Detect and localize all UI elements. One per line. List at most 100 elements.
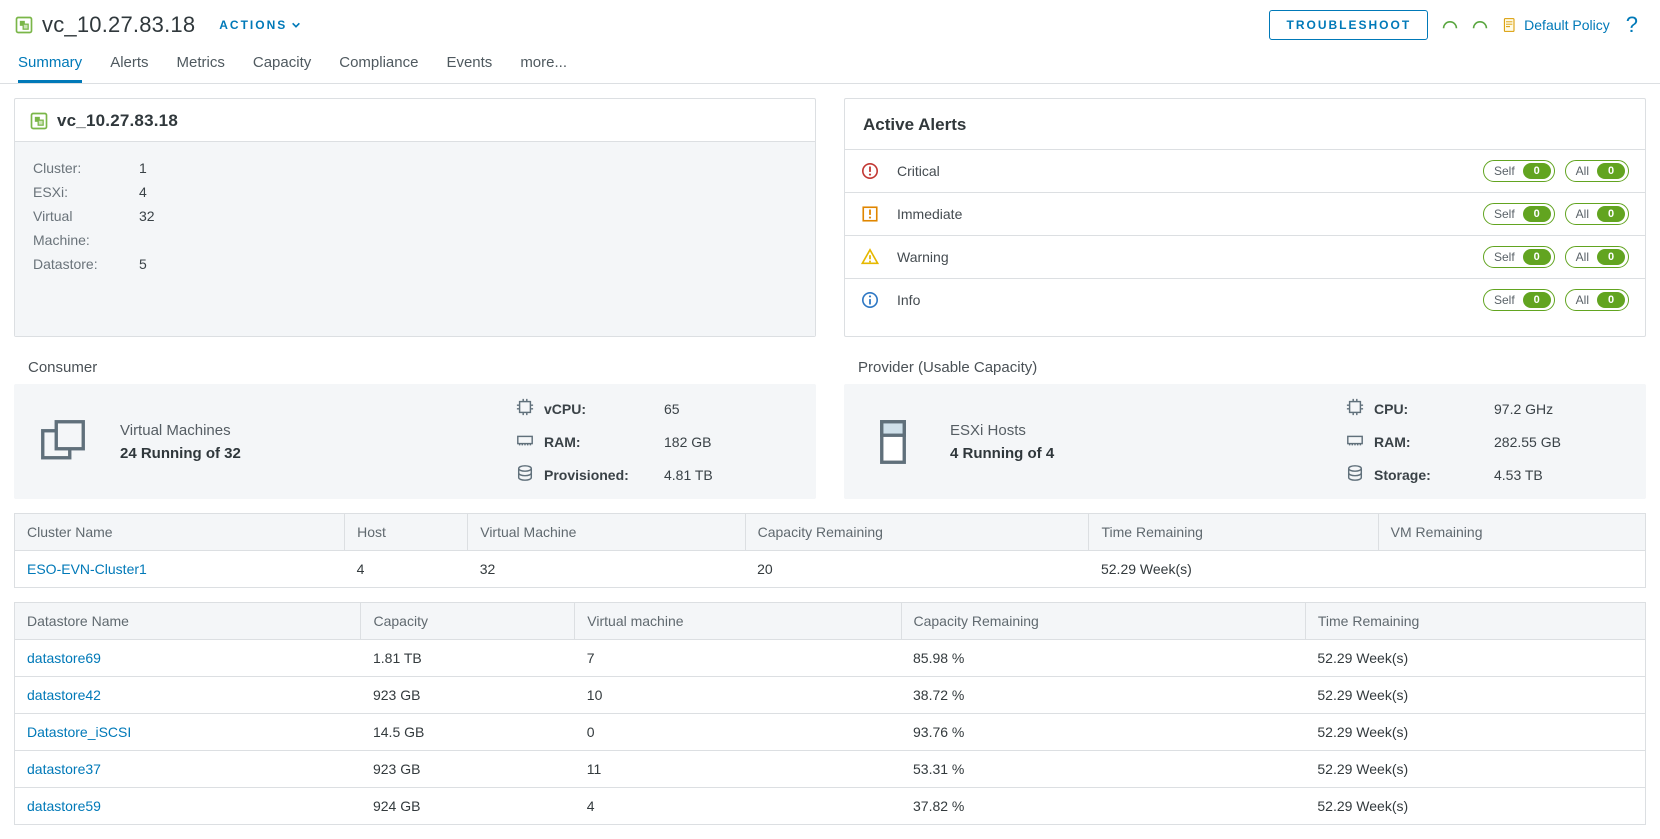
datastore-link[interactable]: datastore42 (27, 687, 101, 703)
cell: 53.31 % (901, 751, 1305, 788)
table-row: Datastore_iSCSI14.5 GB093.76 %52.29 Week… (15, 714, 1646, 751)
table-row: ESO-EVN-Cluster14322052.29 Week(s) (15, 551, 1646, 588)
help-icon[interactable]: ? (1624, 12, 1640, 38)
cell: 85.98 % (901, 640, 1305, 677)
datastore-link[interactable]: datastore59 (27, 798, 101, 814)
column-header[interactable]: Host (345, 514, 468, 551)
page-header: vc_10.27.83.18 ACTIONS TROUBLESHOOT Defa… (0, 0, 1660, 40)
actions-label: ACTIONS (219, 18, 287, 32)
stat-key: Cluster: (33, 156, 129, 180)
active-alerts-title: Active Alerts (845, 99, 1645, 149)
disk-icon (1346, 464, 1364, 482)
critical-icon (861, 162, 879, 180)
column-header[interactable]: VM Remaining (1378, 514, 1645, 551)
column-header[interactable]: Time Remaining (1305, 603, 1645, 640)
alert-label: Warning (897, 249, 1097, 265)
cpu-icon (516, 398, 534, 416)
stat-key: ESXi: (33, 180, 129, 204)
cluster-link[interactable]: ESO-EVN-Cluster1 (27, 561, 147, 577)
immediate-icon (861, 205, 879, 223)
cell: 20 (745, 551, 1089, 588)
datastore-link[interactable]: datastore37 (27, 761, 101, 777)
stat-key: Datastore: (33, 252, 129, 276)
cell: 14.5 GB (361, 714, 575, 751)
tab-alerts[interactable]: Alerts (110, 54, 148, 83)
cell: 923 GB (361, 677, 575, 714)
summary-stat-row: Cluster:1 (33, 156, 797, 180)
datastore-table: Datastore NameCapacityVirtual machineCap… (14, 602, 1646, 825)
cell: 11 (575, 751, 901, 788)
column-header[interactable]: Capacity Remaining (901, 603, 1305, 640)
alert-row-warning: Warning Self0 All0 (845, 235, 1645, 278)
tab-capacity[interactable]: Capacity (253, 54, 311, 83)
warning-icon (861, 248, 879, 266)
host-icon (866, 415, 920, 469)
chip-all[interactable]: All0 (1565, 203, 1629, 225)
tab-more[interactable]: more... (520, 54, 567, 83)
metric-value: 182 GB (664, 434, 794, 450)
chip-self[interactable]: Self0 (1483, 160, 1555, 182)
metric-value: 97.2 GHz (1494, 401, 1624, 417)
datastore-link[interactable]: Datastore_iSCSI (27, 724, 131, 740)
provider-card: ESXi Hosts 4 Running of 4 CPU:97.2 GHzRA… (844, 384, 1646, 499)
alert-row-info: InfoSelf0All0 (845, 278, 1645, 321)
chip-all[interactable]: All0 (1565, 160, 1629, 182)
cpu-icon (1346, 398, 1364, 416)
cell: 93.76 % (901, 714, 1305, 751)
actions-dropdown[interactable]: ACTIONS (219, 18, 301, 32)
status-arc-green-icon[interactable] (1442, 17, 1458, 33)
cell: 923 GB (361, 751, 575, 788)
summary-stat-row: Virtual Machine:32 (33, 204, 797, 252)
chip-self[interactable]: Self0 (1483, 246, 1555, 268)
metric-label: CPU: (1374, 401, 1494, 417)
chip-self[interactable]: Self0 (1483, 203, 1555, 225)
datastore-link[interactable]: datastore69 (27, 650, 101, 666)
tab-events[interactable]: Events (446, 54, 492, 83)
cell: 52.29 Week(s) (1305, 640, 1645, 677)
column-header[interactable]: Cluster Name (15, 514, 345, 551)
summary-stats: Cluster:1ESXi: 4Virtual Machine:32Datasto… (15, 141, 815, 336)
summary-stat-row: Datastore:5 (33, 252, 797, 276)
cell: 38.72 % (901, 677, 1305, 714)
disk-icon (516, 464, 534, 482)
column-header[interactable]: Time Remaining (1089, 514, 1378, 551)
metric-label: RAM: (1374, 434, 1494, 450)
cell: 4 (345, 551, 468, 588)
summary-card: vc_10.27.83.18 Cluster:1ESXi: 4Virtual Ma… (14, 98, 816, 337)
column-header[interactable]: Virtual machine (575, 603, 901, 640)
stat-value: 32 (139, 204, 155, 252)
metric-label: Provisioned: (544, 467, 664, 483)
alert-row-immediate: Immediate Self0 All0 (845, 192, 1645, 235)
chip-all[interactable]: All0 (1565, 289, 1629, 311)
vcenter-icon (29, 111, 49, 131)
status-arc-green2-icon[interactable] (1472, 17, 1488, 33)
vcenter-icon (14, 15, 34, 35)
summary-card-title: vc_10.27.83.18 (57, 111, 178, 131)
cell: 4 (575, 788, 901, 825)
cell: 52.29 Week(s) (1305, 788, 1645, 825)
default-policy-link[interactable]: Default Policy (1502, 17, 1610, 33)
policy-label: Default Policy (1524, 17, 1610, 33)
troubleshoot-button[interactable]: TROUBLESHOOT (1269, 10, 1428, 40)
tab-summary[interactable]: Summary (18, 54, 82, 83)
tab-metrics[interactable]: Metrics (177, 54, 225, 83)
consumer-head-label: Virtual Machines (120, 422, 241, 439)
chip-all[interactable]: All0 (1565, 246, 1629, 268)
alert-label: Immediate (897, 206, 1097, 222)
cell: 52.29 Week(s) (1305, 677, 1645, 714)
column-header[interactable]: Virtual Machine (468, 514, 745, 551)
table-row: datastore691.81 TB785.98 %52.29 Week(s) (15, 640, 1646, 677)
metric-label: Storage: (1374, 467, 1494, 483)
column-header[interactable]: Capacity Remaining (745, 514, 1089, 551)
cell: 10 (575, 677, 901, 714)
cell: 37.82 % (901, 788, 1305, 825)
ram-icon (516, 431, 534, 449)
stat-value: 4 (139, 180, 147, 204)
column-header[interactable]: Capacity (361, 603, 575, 640)
active-alerts-card: Active Alerts CriticalSelf0All0Immediate… (844, 98, 1646, 337)
chip-self[interactable]: Self0 (1483, 289, 1555, 311)
cell: 52.29 Week(s) (1305, 751, 1645, 788)
column-header[interactable]: Datastore Name (15, 603, 361, 640)
table-row: datastore42 923 GB1038.72 %52.29 Week(s) (15, 677, 1646, 714)
tab-compliance[interactable]: Compliance (339, 54, 418, 83)
